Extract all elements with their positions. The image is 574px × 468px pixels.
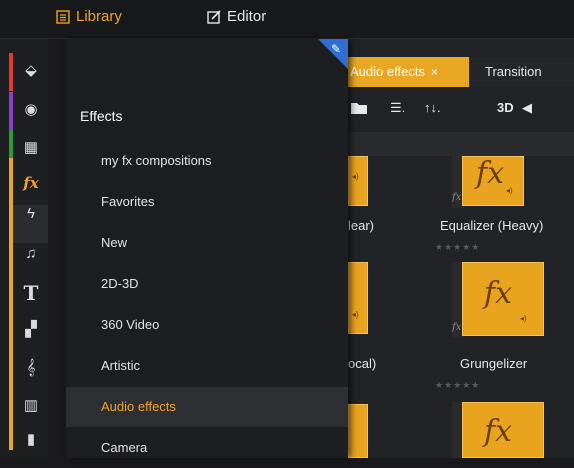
effects-list-item[interactable]: 2D-3D bbox=[66, 264, 348, 304]
rating-stars[interactable]: ★★★★★ bbox=[435, 242, 480, 253]
rating-stars[interactable]: ★★★★★ bbox=[435, 380, 480, 391]
library-icon bbox=[56, 9, 70, 24]
pin-icon[interactable]: ✎ bbox=[331, 42, 341, 56]
effect-label: ocal) bbox=[348, 356, 377, 371]
keyboard-icon[interactable]: ▥ bbox=[22, 396, 40, 414]
effects-list-item[interactable]: Audio effects bbox=[66, 387, 348, 427]
category-stripe bbox=[9, 312, 13, 350]
effects-heading: Effects bbox=[80, 108, 123, 124]
speaker-icon: ◂) bbox=[352, 172, 359, 181]
effects-list-item[interactable]: New bbox=[66, 223, 348, 263]
effect-label: lear) bbox=[348, 218, 375, 233]
fx-icon: fx bbox=[484, 414, 513, 449]
fx-icon: fx bbox=[452, 192, 462, 203]
category-stripe bbox=[9, 130, 13, 158]
3d-filter-button[interactable]: 3D bbox=[497, 100, 514, 115]
sort-icon[interactable]: ↑↓. bbox=[424, 100, 441, 115]
treble-clef-icon[interactable]: 𝄞 bbox=[22, 358, 40, 376]
effects-list-item[interactable]: my fx compositions bbox=[66, 141, 348, 181]
effects-list-item[interactable]: 360 Video bbox=[66, 305, 348, 345]
category-stripe bbox=[9, 236, 13, 276]
effects-list-item[interactable]: Camera bbox=[66, 428, 348, 468]
effect-label: Grungelizer bbox=[460, 356, 528, 371]
category-stripe bbox=[9, 350, 13, 388]
effects-list-item[interactable]: Artistic bbox=[66, 346, 348, 386]
editor-tab[interactable]: Editor bbox=[207, 8, 266, 25]
list-view-icon[interactable]: ☰. bbox=[390, 100, 405, 116]
effect-thumbnail[interactable]: ◂) bbox=[348, 262, 368, 334]
film-reel-icon[interactable]: ◉ bbox=[22, 100, 40, 118]
tab-audio-effects[interactable]: Audio effects × bbox=[348, 57, 469, 87]
tab-transitions[interactable]: Transition bbox=[485, 57, 542, 87]
tab-audio-effects-label: Audio effects bbox=[350, 64, 425, 79]
grid-icon[interactable]: ▞ bbox=[22, 320, 40, 338]
effect-thumbnail[interactable] bbox=[348, 404, 368, 458]
tag-icon[interactable]: ◀ bbox=[522, 100, 532, 116]
effect-thumbnail-grungelizer[interactable]: fx ◂) bbox=[462, 262, 544, 336]
effect-thumbnail[interactable]: ◂) bbox=[348, 156, 368, 206]
fx-icon: fx bbox=[452, 322, 462, 333]
effect-thumbnail[interactable]: fx bbox=[462, 402, 544, 458]
equalizer-icon[interactable]: ▮ bbox=[22, 430, 40, 448]
lightning-icon[interactable]: ϟ bbox=[22, 204, 40, 222]
stack-icon[interactable]: ▦ bbox=[22, 138, 40, 156]
category-stripe bbox=[9, 92, 13, 130]
effect-thumbnail-equalizer-heavy[interactable]: fx ◂) bbox=[462, 156, 524, 206]
edit-icon bbox=[207, 9, 221, 24]
category-stripe bbox=[9, 388, 13, 422]
category-stripe bbox=[9, 422, 13, 450]
effects-list-item[interactable]: Favorites bbox=[66, 182, 348, 222]
category-stripe bbox=[9, 53, 13, 91]
title-icon[interactable]: T bbox=[22, 281, 40, 305]
effect-label: Equalizer (Heavy) bbox=[440, 218, 544, 233]
folder-icon[interactable] bbox=[350, 101, 368, 115]
fx-icon: fx bbox=[484, 276, 513, 311]
library-label: Library bbox=[76, 8, 122, 25]
speaker-icon: ◂) bbox=[520, 314, 527, 323]
library-tab[interactable]: Library bbox=[56, 8, 122, 25]
speaker-icon: ◂) bbox=[352, 310, 359, 319]
sub-bar bbox=[348, 132, 574, 156]
category-stripe bbox=[9, 196, 13, 236]
layers-icon[interactable]: ⬙ bbox=[22, 61, 40, 79]
music-note-icon[interactable]: ♫ bbox=[22, 244, 40, 262]
category-stripe bbox=[9, 158, 13, 196]
fx-icon: fx bbox=[476, 156, 505, 191]
speaker-icon: ◂) bbox=[506, 186, 513, 195]
fx-icon[interactable]: fx bbox=[22, 174, 40, 192]
category-stripe bbox=[9, 276, 13, 312]
close-icon[interactable]: × bbox=[431, 65, 438, 79]
editor-label: Editor bbox=[227, 8, 267, 25]
top-bar: Library Editor bbox=[0, 0, 574, 39]
